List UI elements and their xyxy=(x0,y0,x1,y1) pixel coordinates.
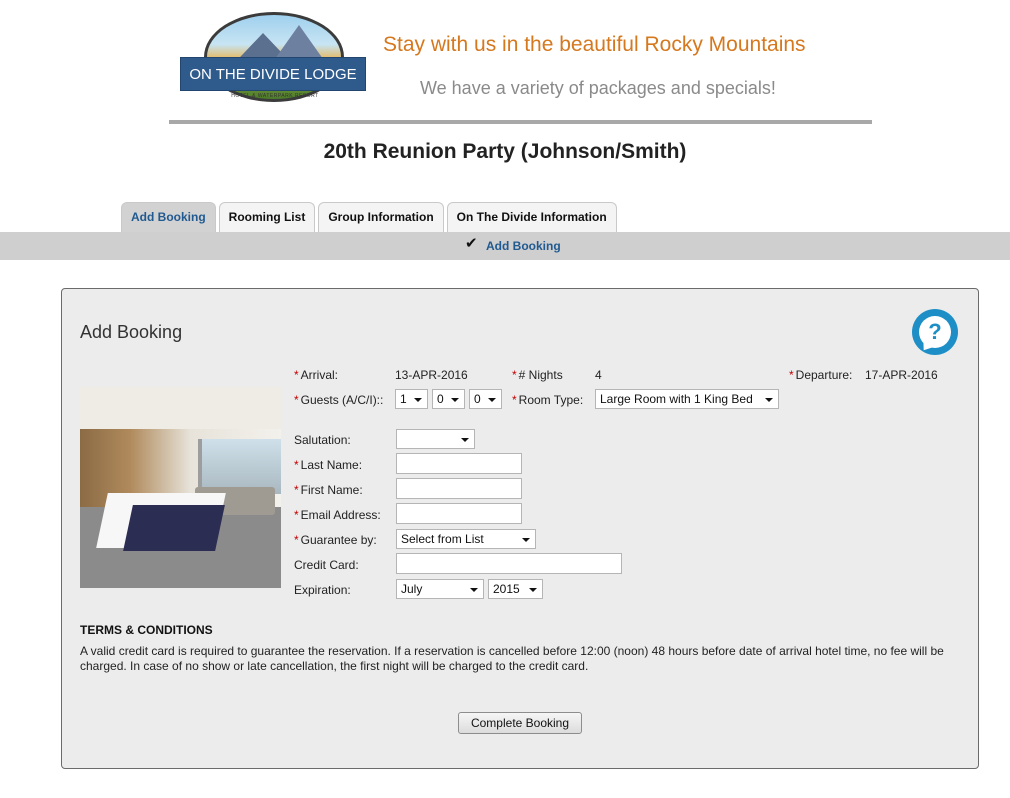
room-type-value: Large Room with 1 King Bed xyxy=(600,392,753,406)
arrival-label-text: Arrival: xyxy=(300,368,339,382)
chevron-down-icon xyxy=(414,398,422,402)
expiration-month-select[interactable]: July xyxy=(396,579,484,599)
email-field[interactable] xyxy=(396,503,522,524)
required-marker: * xyxy=(294,368,299,382)
last-name-field[interactable] xyxy=(396,453,522,474)
guarantee-value: Select from List xyxy=(401,532,484,546)
chevron-down-icon xyxy=(470,588,478,592)
room-photo xyxy=(80,387,281,588)
arrival-label: * Arrival: xyxy=(294,368,338,382)
terms-title: TERMS & CONDITIONS xyxy=(80,623,213,637)
required-marker: * xyxy=(512,393,517,407)
question-mark: ? xyxy=(919,316,951,348)
room-type-label-text: Room Type: xyxy=(518,393,584,407)
guests-children-value: 0 xyxy=(437,392,444,406)
required-marker: * xyxy=(294,483,299,497)
chevron-down-icon xyxy=(529,588,537,592)
tab-on-the-divide-information[interactable]: On The Divide Information xyxy=(446,202,617,232)
last-name-label-text: Last Name: xyxy=(300,458,363,472)
add-booking-panel: Add Booking ? * Arrival: 13-APR-2016 * # N… xyxy=(61,288,979,769)
tagline: Stay with us in the beautiful Rocky Moun… xyxy=(383,33,806,56)
chevron-down-icon xyxy=(522,538,530,542)
required-marker: * xyxy=(294,458,299,472)
credit-card-label: Credit Card: xyxy=(294,558,359,572)
nights-value: 4 xyxy=(595,368,602,382)
chevron-down-icon xyxy=(765,398,773,402)
email-label-text: Email Address: xyxy=(300,508,381,522)
logo-subtext: HOTEL & WATERPARK RESORT xyxy=(231,93,319,99)
salutation-label: Salutation: xyxy=(294,433,351,447)
subnav-add-booking-link[interactable]: Add Booking xyxy=(486,239,561,253)
guests-label: * Guests (A/C/I):: xyxy=(294,393,383,407)
nights-label: * # Nights xyxy=(512,368,563,382)
departure-label: * Departure: xyxy=(789,368,852,382)
expiration-year-value: 2015 xyxy=(493,582,520,596)
sub-navigation-bar: ✔ Add Booking xyxy=(0,232,1010,260)
room-type-select[interactable]: Large Room with 1 King Bed xyxy=(595,389,779,409)
departure-value: 17-APR-2016 xyxy=(865,368,938,382)
chevron-down-icon xyxy=(461,438,469,442)
header-divider xyxy=(169,120,872,124)
guests-label-text: Guests (A/C/I):: xyxy=(300,393,384,407)
expiration-label: Expiration: xyxy=(294,583,351,597)
nights-label-text: # Nights xyxy=(518,368,563,382)
expiration-month-value: July xyxy=(401,582,423,596)
chevron-down-icon xyxy=(451,398,459,402)
help-icon[interactable]: ? xyxy=(912,309,958,355)
expiration-year-select[interactable]: 2015 xyxy=(488,579,543,599)
complete-booking-button[interactable]: Complete Booking xyxy=(458,712,582,734)
room-type-label: * Room Type: xyxy=(512,393,583,407)
tab-bar: Add Booking Rooming List Group Informati… xyxy=(121,202,617,232)
email-label: * Email Address: xyxy=(294,508,381,522)
lodge-logo: ON THE DIVIDE LODGE HOTEL & WATERPARK RE… xyxy=(180,12,366,112)
subline: We have a variety of packages and specia… xyxy=(420,78,776,98)
credit-card-field[interactable] xyxy=(396,553,622,574)
tab-rooming-list[interactable]: Rooming List xyxy=(218,202,316,232)
chevron-down-icon xyxy=(488,398,496,402)
required-marker: * xyxy=(294,508,299,522)
tab-group-information[interactable]: Group Information xyxy=(318,202,444,232)
guests-adults-select[interactable]: 1 xyxy=(395,389,428,409)
terms-text: A valid credit card is required to guara… xyxy=(80,644,944,673)
checkmark-icon: ✔ xyxy=(465,235,478,252)
required-marker: * xyxy=(789,368,794,382)
required-marker: * xyxy=(294,533,299,547)
tab-add-booking[interactable]: Add Booking xyxy=(121,202,216,232)
first-name-label: * First Name: xyxy=(294,483,363,497)
panel-title: Add Booking xyxy=(80,322,183,342)
required-marker: * xyxy=(294,393,299,407)
first-name-label-text: First Name: xyxy=(300,483,363,497)
guarantee-label-text: Guarantee by: xyxy=(300,533,377,547)
salutation-select[interactable] xyxy=(396,429,475,449)
arrival-value: 13-APR-2016 xyxy=(395,368,468,382)
guarantee-select[interactable]: Select from List xyxy=(396,529,536,549)
guests-children-select[interactable]: 0 xyxy=(432,389,465,409)
guarantee-label: * Guarantee by: xyxy=(294,533,377,547)
guests-infants-select[interactable]: 0 xyxy=(469,389,502,409)
guests-infants-value: 0 xyxy=(474,392,481,406)
first-name-field[interactable] xyxy=(396,478,522,499)
last-name-label: * Last Name: xyxy=(294,458,362,472)
required-marker: * xyxy=(512,368,517,382)
guests-adults-value: 1 xyxy=(400,392,407,406)
departure-label-text: Departure: xyxy=(795,368,853,382)
logo-text: ON THE DIVIDE LODGE xyxy=(180,57,366,91)
page-title: 20th Reunion Party (Johnson/Smith) xyxy=(323,140,687,163)
